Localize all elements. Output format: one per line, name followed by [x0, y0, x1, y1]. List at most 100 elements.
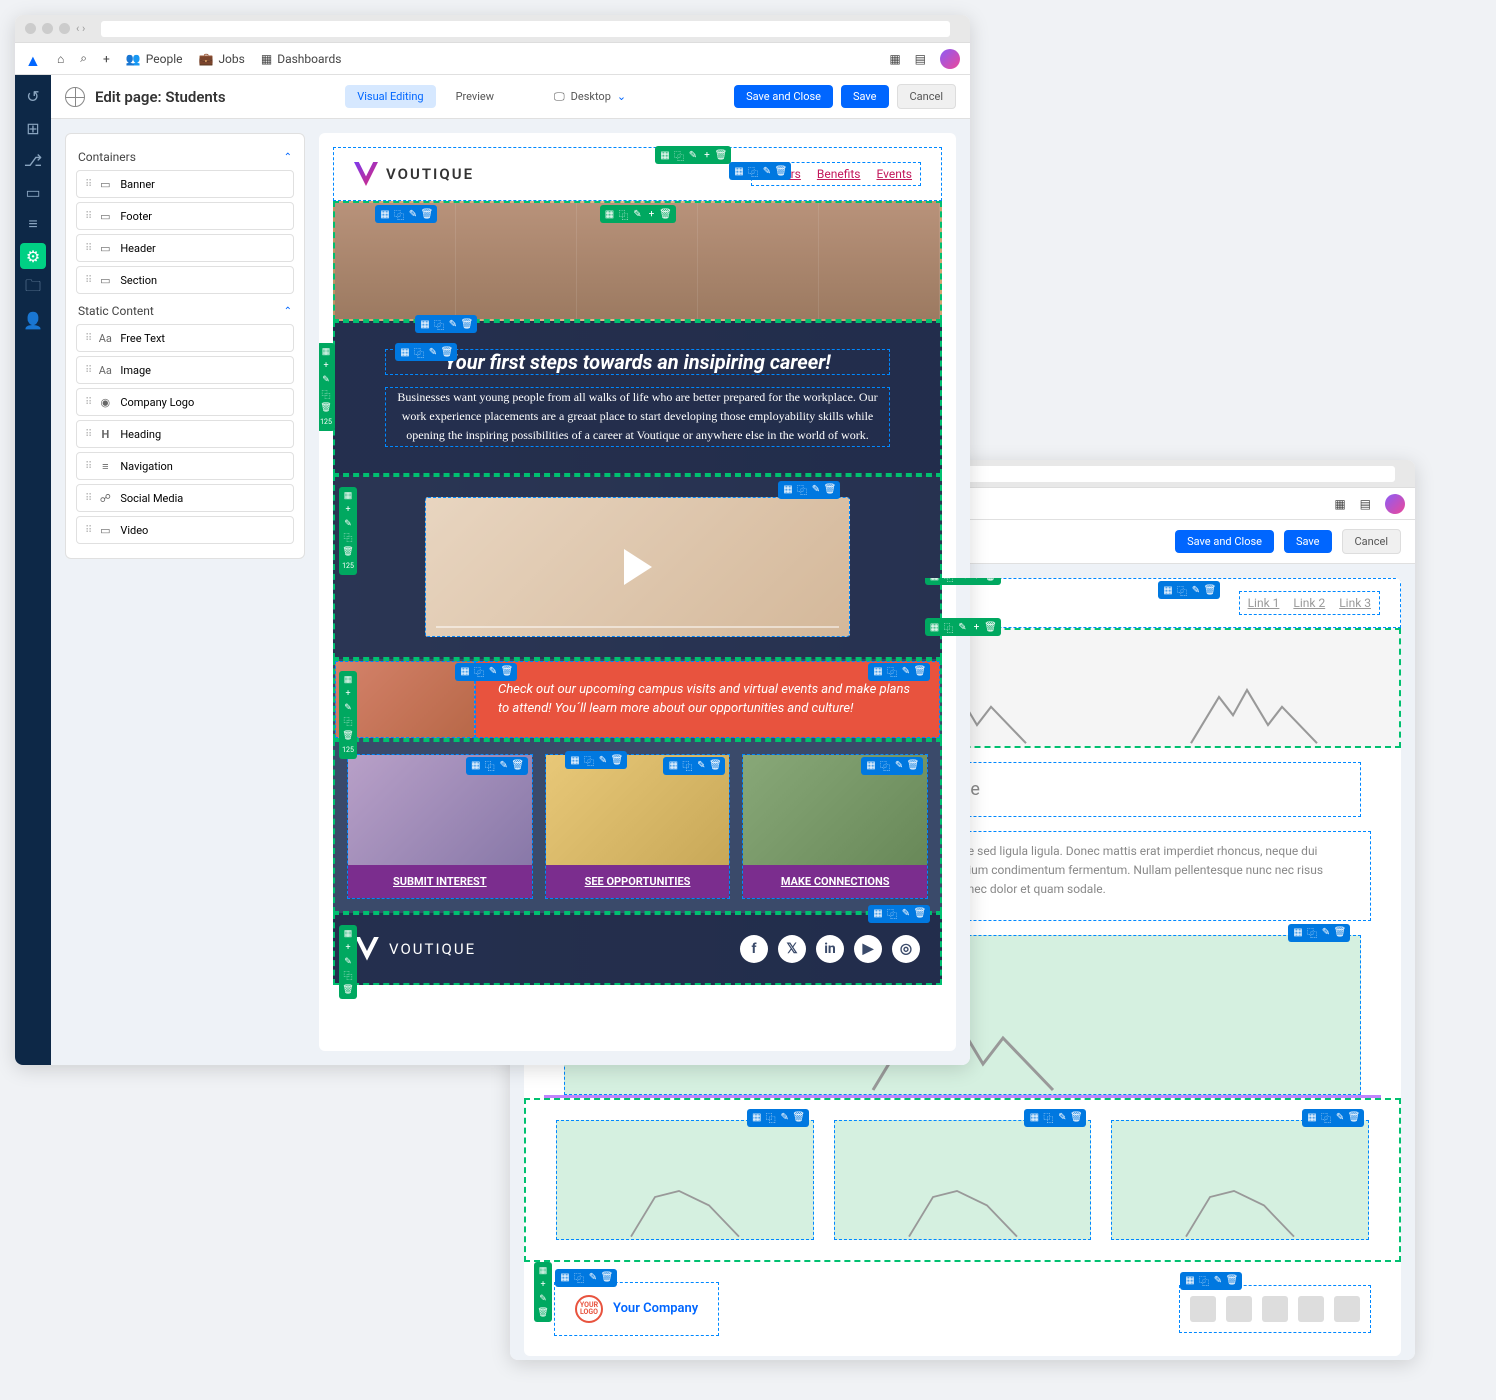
social-placeholder[interactable] — [1226, 1296, 1252, 1322]
calendar-icon[interactable]: ▦ — [1334, 497, 1345, 511]
save-button[interactable]: Save — [1284, 530, 1332, 553]
sidebar-history[interactable]: ↺ — [20, 83, 46, 109]
linkedin-icon[interactable]: in — [816, 935, 844, 963]
dashboards-nav[interactable]: ▦Dashboards — [261, 52, 342, 66]
video-player[interactable] — [425, 497, 850, 637]
nav-link[interactable]: Link 3 — [1339, 596, 1371, 610]
panel-item-navigation[interactable]: ⠿≡Navigation — [76, 452, 294, 480]
panel-item-image[interactable]: ⠿AaImage — [76, 356, 294, 384]
hero-banner[interactable]: ▦⿻✎+🗑 ▦⿻✎🗑 — [333, 201, 942, 321]
brand-logo: VOUTIQUE — [354, 162, 474, 186]
youtube-icon[interactable]: ▶ — [854, 935, 882, 963]
chevron-down-icon[interactable]: ⌄ — [617, 90, 626, 103]
wire-footer: ▦+✎🗑 ▦⿻✎🗑 YOUR LOGO Your Company ▦⿻✎🗑 — [524, 1262, 1401, 1356]
cancel-button[interactable]: Cancel — [1342, 529, 1401, 554]
editor-window-main: ‹ › ▲ ⌂ ⌕ + 👥People 💼Jobs ▦Dashboards ▦ … — [15, 15, 970, 1065]
card-button[interactable]: MAKE CONNECTIONS — [743, 865, 927, 898]
wire-logo-box[interactable]: ▦⿻✎🗑 YOUR LOGO Your Company — [554, 1282, 719, 1336]
cancel-button[interactable]: Cancel — [897, 84, 956, 109]
sidebar-components[interactable]: ⚙ — [20, 243, 46, 269]
save-close-button[interactable]: Save and Close — [1175, 530, 1274, 553]
wire-card[interactable]: ▦⿻✎🗑 — [556, 1120, 814, 1240]
card[interactable]: ▦⿻✎🗑 SUBMIT INTEREST — [347, 754, 533, 899]
sidebar-flow[interactable]: ⎇ — [20, 147, 46, 173]
card-button[interactable]: SUBMIT INTEREST — [348, 865, 532, 898]
home-icon[interactable]: ⌂ — [57, 52, 64, 66]
nav-benefits[interactable]: Benefits — [817, 167, 861, 181]
panel-item-heading[interactable]: ⠿HHeading — [76, 420, 294, 448]
sidebar: ↺ ⊞ ⎇ ▭ ≡ ⚙ 🗀 👤 — [15, 75, 51, 1065]
footer-brand: VOUTIQUE — [355, 937, 476, 961]
twitter-icon[interactable]: 𝕏 — [778, 935, 806, 963]
play-icon[interactable] — [624, 549, 652, 585]
social-placeholder[interactable] — [1190, 1296, 1216, 1322]
chevron-up-icon: ⌃ — [284, 152, 292, 163]
card-button[interactable]: SEE OPPORTUNITIES — [546, 865, 730, 898]
panel-item-social[interactable]: ⠿☍Social Media — [76, 484, 294, 512]
panel-item-video[interactable]: ⠿▭Video — [76, 516, 294, 544]
wire-cards-row[interactable]: ▦⿻✎🗑 ▦⿻✎🗑 ▦⿻✎🗑 — [524, 1098, 1401, 1262]
notes-icon[interactable]: ▤ — [915, 52, 926, 66]
video-progress[interactable] — [436, 626, 839, 628]
panel-item-freetext[interactable]: ⠿AaFree Text — [76, 324, 294, 352]
topbar: ▲ ⌂ ⌕ + 👥People 💼Jobs ▦Dashboards ▦ ▤ — [15, 43, 970, 75]
instagram-icon[interactable]: ◎ — [892, 935, 920, 963]
social-placeholder[interactable] — [1262, 1296, 1288, 1322]
device-label[interactable]: Desktop — [571, 90, 611, 103]
panel-section-containers[interactable]: Containers⌃ — [76, 144, 294, 170]
nav-link[interactable]: Link 1 — [1248, 596, 1280, 610]
add-icon[interactable]: + — [103, 52, 110, 66]
url-bar[interactable] — [101, 21, 950, 37]
globe-icon — [65, 87, 85, 107]
notes-icon[interactable]: ▤ — [1360, 497, 1371, 511]
hero-title[interactable]: Your first steps towards an insipiring c… — [385, 349, 890, 375]
panel-section-static[interactable]: Static Content⌃ — [76, 298, 294, 324]
preview-tab[interactable]: Preview — [444, 85, 506, 108]
sidebar-form[interactable]: ▭ — [20, 179, 46, 205]
callout-section[interactable]: ▦+✎⿻🗑125 ▦⿻✎🗑 ▦⿻✎🗑 Check out our upcomin… — [333, 659, 942, 740]
search-icon[interactable]: ⌕ — [80, 51, 87, 66]
panel-item-footer[interactable]: ⠿▭Footer — [76, 202, 294, 230]
hero-text-section[interactable]: ▦+✎⿻🗑125 ▦⿻✎🗑 ▦⿻✎🗑 Your first steps towa… — [333, 321, 942, 475]
save-button[interactable]: Save — [841, 85, 889, 108]
calendar-icon[interactable]: ▦ — [889, 52, 900, 66]
visual-editing-tab[interactable]: Visual Editing — [345, 85, 435, 108]
video-section[interactable]: ▦+✎⿻🗑125 ▦⿻✎🗑 — [333, 475, 942, 659]
panel-item-banner[interactable]: ⠿▭Banner — [76, 170, 294, 198]
wire-socials[interactable]: ▦⿻✎🗑 — [1179, 1285, 1371, 1333]
avatar[interactable] — [940, 49, 960, 69]
sidebar-list[interactable]: ≡ — [20, 211, 46, 237]
page-title: Edit page: Students — [95, 88, 226, 106]
social-placeholder[interactable] — [1334, 1296, 1360, 1322]
hero-body[interactable]: Businesses want young people from all wa… — [385, 387, 890, 447]
card[interactable]: ▦⿻✎🗑 MAKE CONNECTIONS — [742, 754, 928, 899]
site-header[interactable]: ▦⿻✎+🗑 ▦⿻✎🗑 VOUTIQUE Careers Benefits Eve… — [333, 147, 942, 201]
page-header: Edit page: Students Visual Editing Previ… — [51, 75, 970, 119]
nav-events[interactable]: Events — [876, 167, 912, 181]
components-panel: Containers⌃ ⠿▭Banner ⠿▭Footer ⠿▭Header ⠿… — [65, 133, 305, 559]
sidebar-structure[interactable]: ⊞ — [20, 115, 46, 141]
app-logo[interactable]: ▲ — [25, 51, 41, 67]
desktop-icon: 🖵 — [554, 90, 565, 104]
sidebar-user[interactable]: 👤 — [20, 307, 46, 333]
cards-row[interactable]: ▦⿻✎🗑 SUBMIT INTEREST ▦⿻✎🗑 SEE OPPORTUNIT… — [333, 740, 942, 913]
panel-item-section[interactable]: ⠿▭Section — [76, 266, 294, 294]
canvas[interactable]: ▦⿻✎+🗑 ▦⿻✎🗑 VOUTIQUE Careers Benefits Eve… — [319, 133, 956, 1051]
card[interactable]: ▦⿻✎🗑 SEE OPPORTUNITIES — [545, 754, 731, 899]
people-nav[interactable]: 👥People — [126, 52, 183, 66]
company-name: Your Company — [613, 1301, 698, 1316]
panel-item-header[interactable]: ⠿▭Header — [76, 234, 294, 262]
browser-chrome: ‹ › — [15, 15, 970, 43]
sidebar-files[interactable]: 🗀 — [20, 275, 46, 301]
wire-card[interactable]: ▦⿻✎🗑 — [834, 1120, 1092, 1240]
logo-placeholder: YOUR LOGO — [575, 1295, 603, 1323]
wire-card[interactable]: ▦⿻✎🗑 — [1111, 1120, 1369, 1240]
panel-item-logo[interactable]: ⠿◉Company Logo — [76, 388, 294, 416]
site-footer[interactable]: ▦+✎⿻🗑 ▦⿻✎🗑 VOUTIQUE f 𝕏 in ▶ ◎ — [333, 913, 942, 985]
save-close-button[interactable]: Save and Close — [734, 85, 833, 108]
social-placeholder[interactable] — [1298, 1296, 1324, 1322]
nav-link[interactable]: Link 2 — [1293, 596, 1325, 610]
jobs-nav[interactable]: 💼Jobs — [198, 52, 244, 66]
avatar[interactable] — [1385, 494, 1405, 514]
facebook-icon[interactable]: f — [740, 935, 768, 963]
